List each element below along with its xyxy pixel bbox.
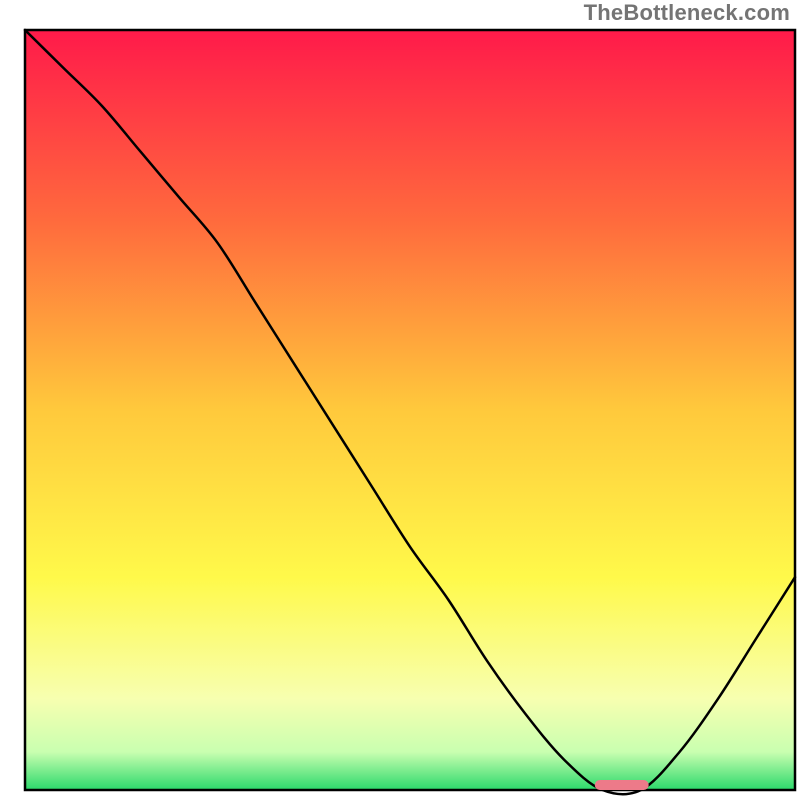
marker-segment [595, 780, 649, 790]
chart-canvas: TheBottleneck.com [0, 0, 800, 800]
chart-svg [0, 0, 800, 800]
plot-background [25, 30, 795, 790]
